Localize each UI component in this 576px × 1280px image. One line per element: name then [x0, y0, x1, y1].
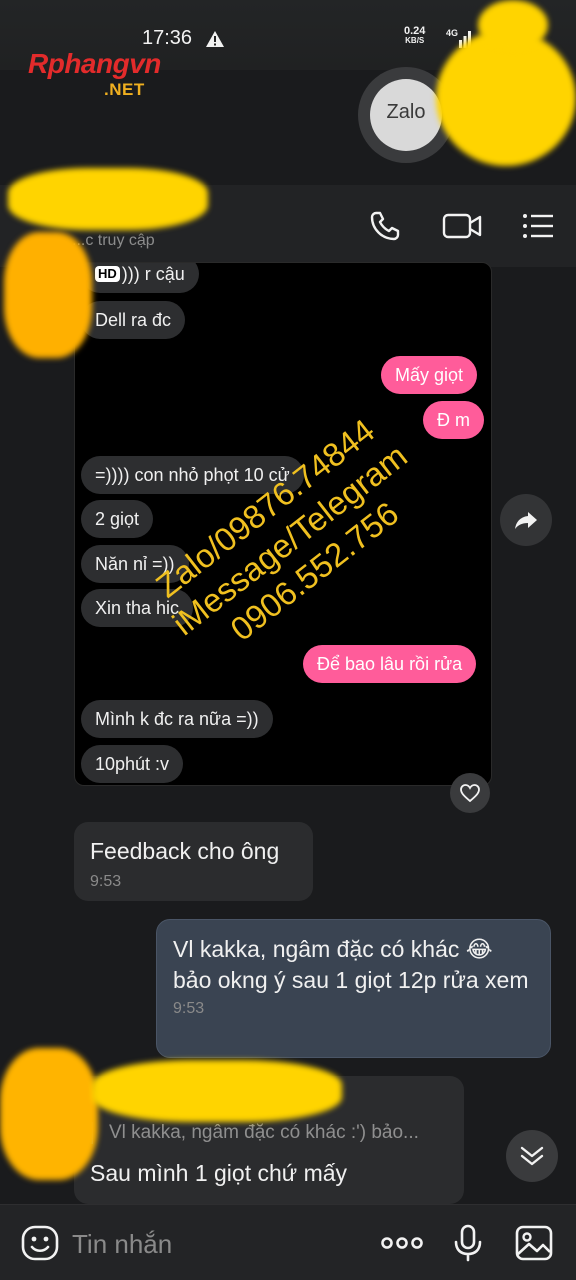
message-text: Sau mình 1 giọt chứ mấy [90, 1160, 348, 1186]
message-text: Vl kakka, ngâm đặc có khác 😂 bảo okng ý … [173, 936, 529, 993]
menu-icon[interactable] [520, 208, 556, 244]
zalo-logo: Zalo [370, 79, 442, 151]
share-button[interactable] [500, 494, 552, 546]
message-input[interactable] [72, 1225, 362, 1263]
embedded-message-text: ))) r cậu [121, 264, 185, 284]
react-button[interactable] [450, 773, 490, 813]
chevron-down-icon [520, 1146, 544, 1166]
scroll-down-button[interactable] [506, 1130, 558, 1182]
message-bubble[interactable]: Vl kakka, ngâm đặc có khác 😂 bảo okng ý … [156, 919, 551, 1058]
status-time: 17:36 [142, 27, 193, 49]
embedded-message: Đ m [423, 401, 484, 439]
zalo-label: Zalo [386, 101, 426, 123]
message-bubble[interactable]: Feedback cho ông 9:53 [74, 822, 313, 901]
header-status: ...c truy cập [72, 232, 155, 249]
network-speed: 0.24 KB/S [404, 26, 425, 46]
watermark-logo-suffix: .NET [104, 80, 145, 99]
embedded-message: Dell ra đc [81, 301, 186, 339]
censor-blob [4, 232, 92, 358]
message-time: 9:53 [90, 873, 122, 890]
phone-icon[interactable] [367, 208, 403, 244]
embedded-message: Mình k đc ra nữa =)) [81, 700, 273, 738]
more-icon[interactable] [380, 1223, 424, 1263]
embedded-message: HD))) r cậu [81, 263, 199, 293]
embedded-message: Để bao lâu rồi rửa [303, 645, 477, 683]
warning-icon [206, 31, 224, 47]
emoji-icon[interactable] [20, 1223, 60, 1263]
heart-icon [460, 784, 480, 803]
message-text: Feedback cho ông [90, 838, 280, 864]
censor-blob [0, 1048, 98, 1180]
message-time: 9:53 [173, 1000, 205, 1017]
network-speed-unit: KB/S [405, 36, 425, 45]
censor-blob [8, 168, 208, 230]
embedded-message: 2 giọt [81, 500, 154, 538]
censor-blob [436, 30, 576, 166]
censor-blob [92, 1060, 342, 1122]
embedded-message: Mấy giọt [381, 356, 478, 394]
embedded-message: 10phút :v [81, 745, 184, 783]
censor-blob [478, 0, 548, 50]
watermark-logo: Rphangvn [28, 48, 161, 79]
video-call-icon[interactable] [441, 208, 483, 244]
image-icon[interactable] [514, 1223, 554, 1263]
hd-badge: HD [95, 266, 120, 282]
share-icon [515, 512, 537, 529]
quoted-message: Vl kakka, ngâm đặc có khác :') bảo... [90, 1122, 448, 1144]
mic-icon[interactable] [452, 1223, 484, 1263]
message-input-bar [0, 1204, 576, 1280]
